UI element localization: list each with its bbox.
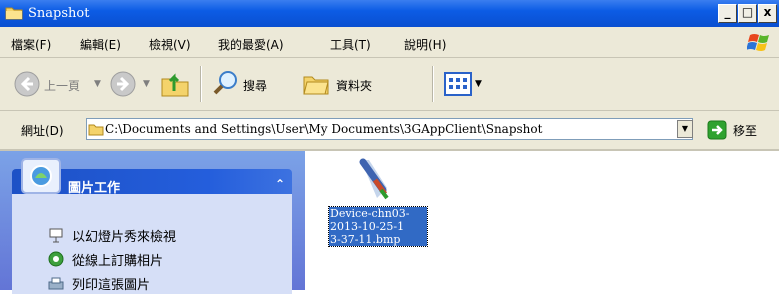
address-bar: 網址(D) C:\Documents and Settings\User\My … xyxy=(0,111,779,151)
address-input[interactable]: C:\Documents and Settings\User\My Docume… xyxy=(86,118,693,140)
folders-button[interactable]: 資料夾 xyxy=(336,77,372,94)
forward-dropdown-icon[interactable]: ▼ xyxy=(143,79,150,89)
title-bar[interactable]: Snapshot _ □ x xyxy=(0,0,779,27)
close-button[interactable]: x xyxy=(758,4,777,23)
toolbar-separator xyxy=(200,66,202,102)
folder-icon xyxy=(88,124,104,136)
address-dropdown-icon[interactable]: ▼ xyxy=(677,120,693,138)
menu-favorites[interactable]: 我的最愛(A) xyxy=(218,36,284,53)
task-link-print[interactable]: 列印這張圖片 xyxy=(72,274,150,293)
menu-help[interactable]: 說明(H) xyxy=(404,36,446,53)
picture-tasks-icon xyxy=(21,158,61,194)
task-panel: 圖片工作 ⌃ 以幻燈片秀來檢視 從線上訂購相片 列印這張圖片 xyxy=(0,151,305,294)
address-path: C:\Documents and Settings\User\My Docume… xyxy=(105,122,543,136)
task-link-slideshow[interactable]: 以幻燈片秀來檢視 xyxy=(72,226,176,245)
order-prints-icon xyxy=(48,251,64,267)
paint-bmp-icon xyxy=(359,158,389,200)
maximize-button[interactable]: □ xyxy=(738,4,757,23)
windows-logo-icon xyxy=(747,34,769,51)
views-dropdown-icon[interactable]: ▼ xyxy=(475,79,482,89)
minimize-button[interactable]: _ xyxy=(718,4,737,23)
back-button[interactable]: 上一頁 xyxy=(44,77,80,94)
up-folder-icon[interactable] xyxy=(160,69,190,99)
file-name: Device-chn03- 2013-10-25-1 3-37-11.bmp xyxy=(328,206,428,247)
views-icon[interactable] xyxy=(444,72,472,96)
menu-file[interactable]: 檔案(F) xyxy=(11,36,51,53)
address-label: 網址(D) xyxy=(21,124,64,138)
back-dropdown-icon[interactable]: ▼ xyxy=(94,79,101,89)
file-name-line: Device-chn03- xyxy=(330,207,410,220)
go-arrow-icon[interactable] xyxy=(707,120,727,140)
folders-icon[interactable] xyxy=(302,71,330,97)
go-button[interactable]: 移至 xyxy=(733,122,757,139)
menu-view[interactable]: 檢視(V) xyxy=(149,36,191,53)
window-title: Snapshot xyxy=(28,6,90,21)
back-arrow-icon[interactable] xyxy=(14,71,40,97)
search-button[interactable]: 搜尋 xyxy=(243,77,267,94)
file-name-line: 2013-10-25-1 xyxy=(330,220,405,233)
toolbar-separator xyxy=(432,66,434,102)
menu-edit[interactable]: 編輯(E) xyxy=(80,36,121,53)
menu-bar: 檔案(F) 編輯(E) 檢視(V) 我的最愛(A) 工具(T) 說明(H) xyxy=(0,27,779,58)
folder-icon xyxy=(5,7,23,20)
forward-arrow-icon[interactable] xyxy=(110,71,136,97)
slideshow-icon xyxy=(49,228,63,243)
task-link-order-prints[interactable]: 從線上訂購相片 xyxy=(72,250,163,269)
toolbar: 上一頁 ▼ ▼ 搜尋 資料夾 ▼ xyxy=(0,58,779,111)
collapse-chevron-icon[interactable]: ⌃ xyxy=(275,177,285,191)
file-name-line: 3-37-11.bmp xyxy=(330,233,401,246)
search-icon[interactable] xyxy=(212,69,240,97)
menu-tools[interactable]: 工具(T) xyxy=(330,36,371,53)
